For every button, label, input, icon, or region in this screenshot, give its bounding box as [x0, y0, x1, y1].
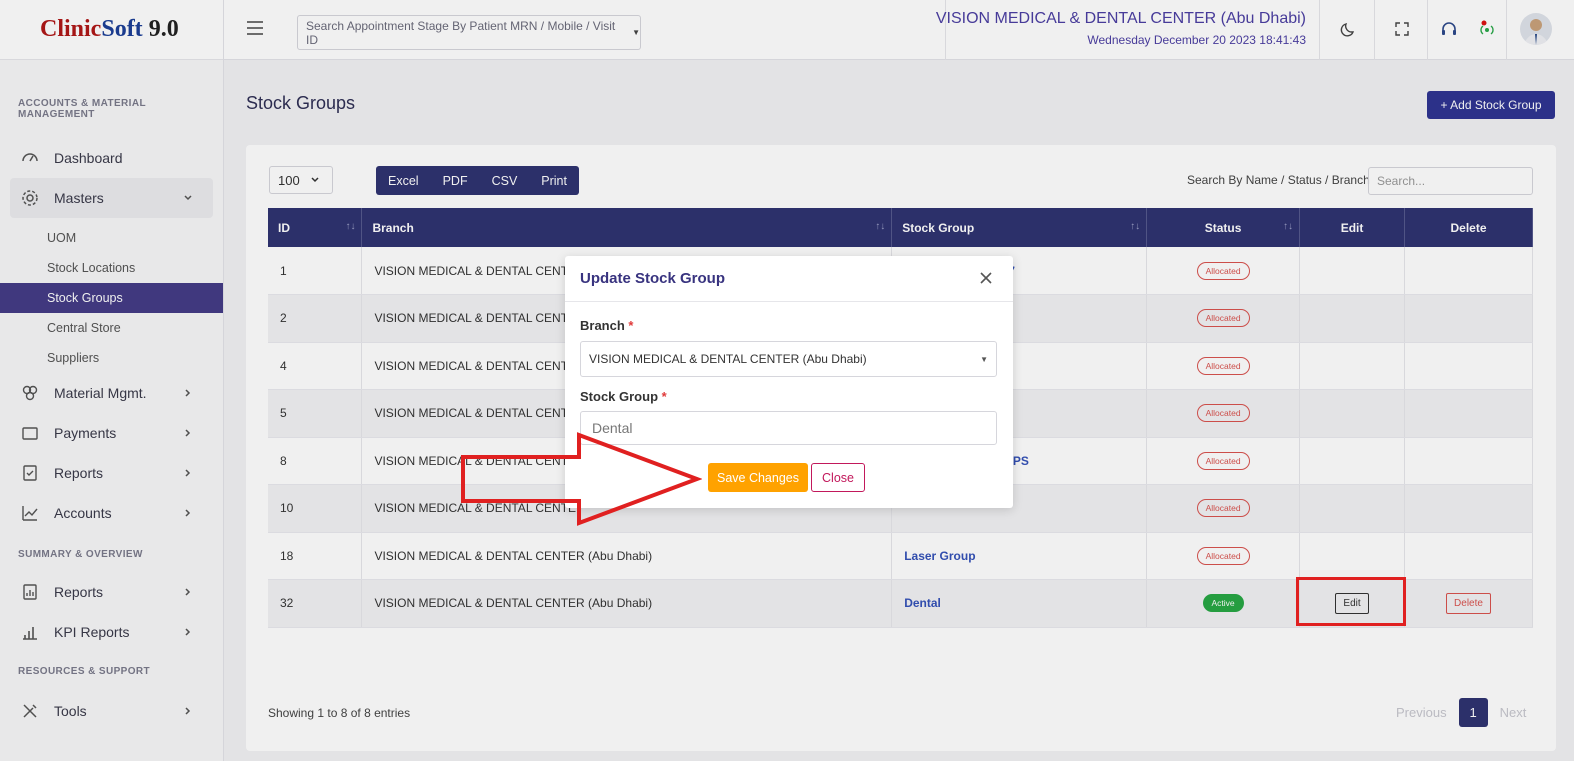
close-icon[interactable] — [979, 271, 993, 285]
required-mark: * — [661, 389, 667, 404]
branch-select-value: VISION MEDICAL & DENTAL CENTER (Abu Dhab… — [589, 352, 867, 366]
branch-select[interactable]: VISION MEDICAL & DENTAL CENTER (Abu Dhab… — [580, 341, 997, 377]
close-button[interactable]: Close — [811, 463, 865, 492]
save-changes-button[interactable]: Save Changes — [708, 463, 808, 492]
required-mark: * — [628, 318, 634, 333]
modal-header: Update Stock Group — [565, 256, 1013, 302]
stock-group-label-text: Stock Group — [580, 389, 659, 404]
branch-label: Branch * — [580, 318, 633, 333]
stock-group-input[interactable]: Dental — [580, 411, 997, 445]
modal-title: Update Stock Group — [580, 270, 726, 287]
caret-down-icon: ▼ — [980, 354, 988, 364]
stock-group-label: Stock Group * — [580, 389, 667, 404]
update-stock-group-modal: Update Stock Group Branch * VISION MEDIC… — [565, 256, 1013, 508]
branch-label-text: Branch — [580, 318, 625, 333]
